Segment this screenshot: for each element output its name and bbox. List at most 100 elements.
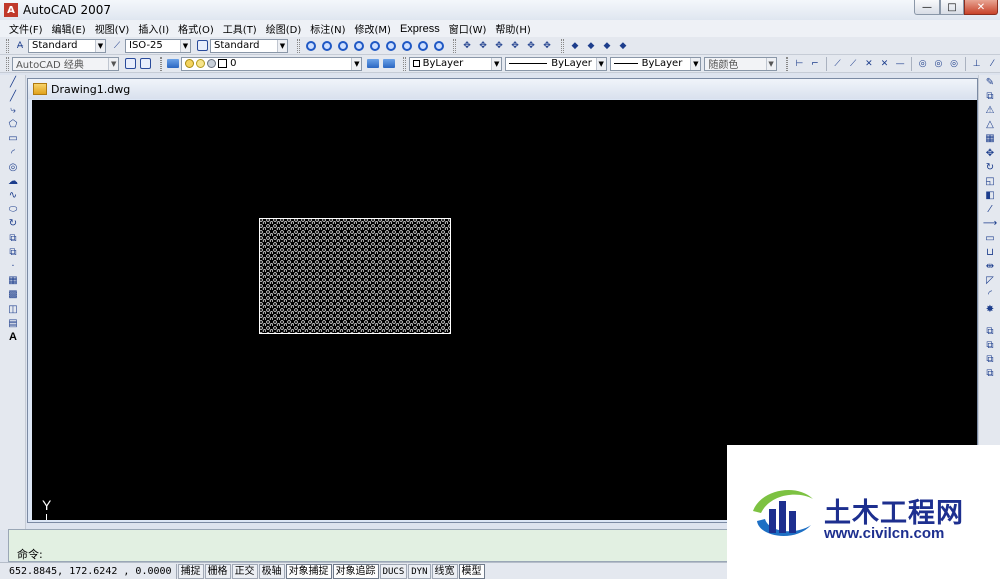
- layer-select[interactable]: 0 ▼: [181, 56, 363, 71]
- shade-icon[interactable]: ◆: [568, 39, 582, 53]
- dim-diameter-icon[interactable]: —: [893, 57, 907, 71]
- zoom-realtime-icon[interactable]: [304, 39, 318, 53]
- circle-icon[interactable]: ◎: [0, 160, 26, 174]
- lineweight-select[interactable]: ByLayer ▼: [609, 56, 702, 71]
- swivel-icon[interactable]: ✥: [524, 39, 538, 53]
- linetype-select[interactable]: ByLayer ▼: [505, 56, 607, 71]
- toolbar-grip[interactable]: [297, 38, 300, 53]
- array-icon[interactable]: ▦: [979, 132, 1000, 146]
- draw-order-front-icon[interactable]: ⧉: [979, 324, 1000, 338]
- zoom-previous-icon[interactable]: [336, 39, 350, 53]
- toolbar-grip[interactable]: [6, 56, 9, 71]
- offset-icon[interactable]: △: [979, 118, 1000, 132]
- zoom-scale-icon[interactable]: [368, 39, 382, 53]
- arc-icon[interactable]: ◜: [0, 146, 26, 160]
- ellipse-arc-icon[interactable]: ↻: [0, 217, 26, 231]
- table-icon[interactable]: ▤: [0, 316, 26, 330]
- continuous-orbit-icon[interactable]: ✥: [492, 39, 506, 53]
- toolbar-grip[interactable]: [453, 38, 456, 53]
- revision-cloud-icon[interactable]: ☁: [0, 174, 26, 188]
- osnap-toggle[interactable]: 对象捕捉: [285, 563, 332, 579]
- otrack-toggle[interactable]: 对象追踪: [332, 563, 379, 579]
- workspace-select[interactable]: AutoCAD 经典 ▼: [11, 56, 120, 71]
- light-icon[interactable]: ◆: [600, 39, 614, 53]
- command-prompt[interactable]: 命令:: [17, 546, 43, 562]
- lineweight-toggle[interactable]: 线宽: [431, 563, 458, 579]
- minimize-button[interactable]: —: [914, 0, 940, 15]
- toolbar-grip[interactable]: [6, 38, 9, 53]
- text-style-icon[interactable]: A̶: [13, 39, 27, 53]
- dim-jogged-icon[interactable]: ✕: [878, 57, 892, 71]
- multiline-text-icon[interactable]: A: [0, 330, 26, 344]
- stretch-icon[interactable]: ◧: [979, 189, 1000, 203]
- line-icon[interactable]: ╱: [0, 75, 26, 89]
- rotate-icon[interactable]: ↻: [979, 160, 1000, 174]
- zoom-window-icon[interactable]: [320, 39, 334, 53]
- gradient-icon[interactable]: ▩: [0, 288, 26, 302]
- hatched-rectangle[interactable]: [259, 218, 451, 334]
- send-under-icon[interactable]: ⧉: [979, 367, 1000, 381]
- draw-order-back-icon[interactable]: ⧉: [979, 338, 1000, 352]
- close-button[interactable]: ✕: [964, 0, 998, 15]
- menu-format[interactable]: 格式(O): [178, 21, 214, 36]
- color-select[interactable]: ByLayer ▼: [408, 56, 503, 71]
- snap-toggle[interactable]: 捕捉: [177, 563, 204, 579]
- maximize-button[interactable]: □: [940, 0, 964, 15]
- dim-space-icon[interactable]: ⁄: [985, 57, 999, 71]
- dim-baseline-icon[interactable]: ◎: [947, 57, 961, 71]
- dim-linear-icon[interactable]: ⊢: [792, 57, 806, 71]
- menu-edit[interactable]: 编辑(E): [52, 21, 86, 36]
- extend-icon[interactable]: ⟶: [979, 217, 1000, 231]
- break-at-point-icon[interactable]: ▭: [979, 231, 1000, 245]
- toolbar-grip[interactable]: [785, 56, 789, 71]
- menu-dimension[interactable]: 标注(N): [310, 21, 345, 36]
- ortho-toggle[interactable]: 正交: [231, 563, 258, 579]
- walk-icon[interactable]: ✥: [540, 39, 554, 53]
- zoom-in-icon[interactable]: [384, 39, 398, 53]
- dim-continue-icon[interactable]: ⊥: [970, 57, 984, 71]
- menu-modify[interactable]: 修改(M): [355, 21, 391, 36]
- break-icon[interactable]: ⊔: [979, 245, 1000, 259]
- join-icon[interactable]: ⇹: [979, 259, 1000, 273]
- orbit-icon[interactable]: ✥: [460, 39, 474, 53]
- free-orbit-icon[interactable]: ✥: [476, 39, 490, 53]
- make-object-layer-current-icon[interactable]: [366, 57, 380, 71]
- insert-block-icon[interactable]: ⧉: [0, 231, 26, 245]
- menu-window[interactable]: 窗口(W): [449, 21, 487, 36]
- toolbar-grip[interactable]: [159, 56, 163, 71]
- layer-manager-icon[interactable]: [166, 57, 180, 71]
- menu-tools[interactable]: 工具(T): [223, 21, 257, 36]
- text-style-select[interactable]: Standard ▼: [28, 38, 106, 53]
- spline-icon[interactable]: ∿: [0, 189, 26, 203]
- chamfer-icon[interactable]: ◸: [979, 274, 1000, 288]
- region-icon[interactable]: ◫: [0, 302, 26, 316]
- dyn-toggle[interactable]: DYN: [408, 563, 431, 579]
- explode-icon[interactable]: ✸: [979, 302, 1000, 316]
- dim-arc-icon[interactable]: ⟋: [831, 57, 845, 71]
- menu-express[interactable]: Express: [400, 23, 440, 35]
- materials-icon[interactable]: ◆: [616, 39, 630, 53]
- polygon-icon[interactable]: ⬠: [0, 118, 26, 132]
- zoom-all-icon[interactable]: [416, 39, 430, 53]
- trim-icon[interactable]: ⁄: [979, 203, 1000, 217]
- dim-radius-icon[interactable]: ✕: [862, 57, 876, 71]
- move-icon[interactable]: ✥: [979, 146, 1000, 160]
- fillet-icon[interactable]: ◜: [979, 288, 1000, 302]
- menu-insert[interactable]: 插入(I): [138, 21, 169, 36]
- rectangle-icon[interactable]: ▭: [0, 132, 26, 146]
- copy-icon[interactable]: ⧉: [979, 89, 1000, 103]
- menu-view[interactable]: 视图(V): [95, 21, 130, 36]
- workspace-settings-icon[interactable]: [123, 57, 137, 71]
- polar-toggle[interactable]: 极轴: [258, 563, 285, 579]
- menu-help[interactable]: 帮助(H): [495, 21, 530, 36]
- menu-file[interactable]: 文件(F): [9, 21, 43, 36]
- make-block-icon[interactable]: ⧉: [0, 245, 26, 259]
- cursor-coordinates[interactable]: 652.8845, 172.6242 , 0.0000: [0, 563, 177, 579]
- dim-ordinate-icon[interactable]: ⟋: [846, 57, 860, 71]
- toolbar-grip[interactable]: [402, 56, 406, 71]
- grid-toggle[interactable]: 栅格: [204, 563, 231, 579]
- zoom-dynamic-icon[interactable]: [352, 39, 366, 53]
- construction-line-icon[interactable]: ╱: [0, 89, 26, 103]
- dim-style-icon[interactable]: ⟋: [110, 39, 124, 53]
- adjust-distance-icon[interactable]: ✥: [508, 39, 522, 53]
